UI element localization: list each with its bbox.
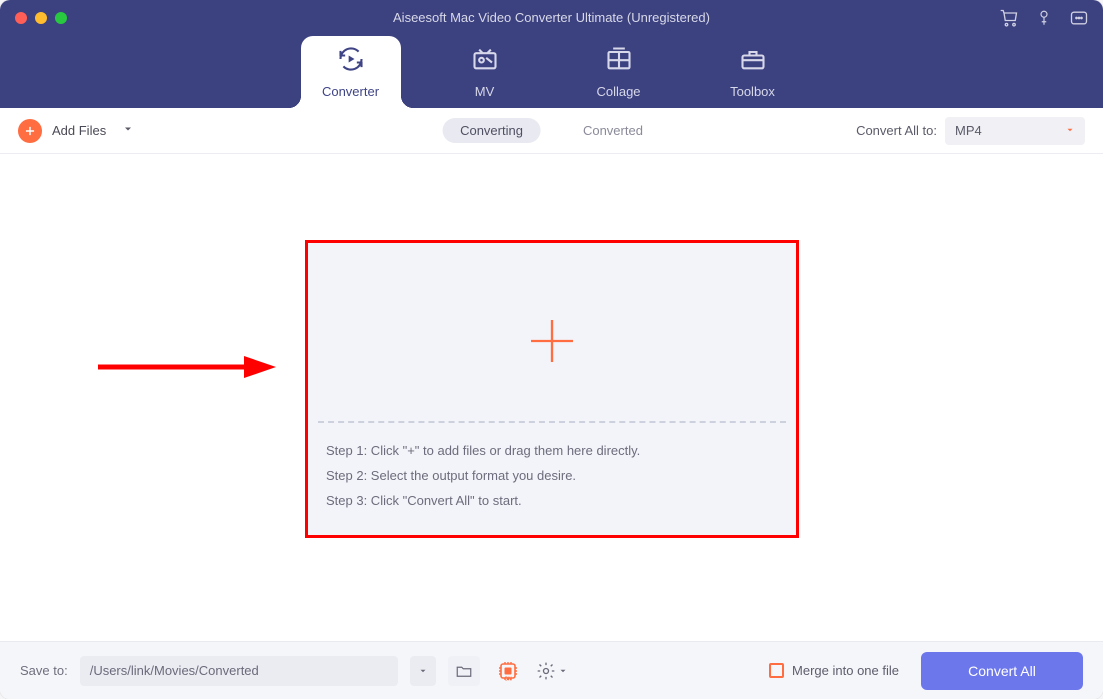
main-tabs: Converter MV Collage Toolbox — [0, 36, 1103, 108]
annotation-arrow-icon — [96, 354, 276, 385]
add-files-label: Add Files — [52, 123, 106, 138]
chevron-down-icon — [558, 666, 568, 676]
save-path-input[interactable]: /Users/link/Movies/Converted — [80, 656, 398, 686]
instructions: Step 1: Click "+" to add files or drag t… — [326, 443, 778, 508]
convert-all-to-label: Convert All to: — [856, 123, 937, 138]
tab-collage[interactable]: Collage — [569, 36, 669, 108]
merge-label: Merge into one file — [792, 663, 899, 678]
key-icon[interactable] — [1035, 8, 1053, 33]
svg-text:ON: ON — [504, 676, 512, 682]
mv-icon — [471, 45, 499, 78]
converter-icon — [337, 45, 365, 78]
chevron-down-icon[interactable] — [122, 122, 134, 140]
tab-mv-label: MV — [475, 84, 495, 99]
settings-button[interactable] — [536, 661, 568, 681]
plus-icon — [18, 119, 42, 143]
convert-all-button[interactable]: Convert All — [921, 652, 1083, 690]
tab-toolbox[interactable]: Toolbox — [703, 36, 803, 108]
cart-icon[interactable] — [999, 8, 1019, 33]
instruction-step-1: Step 1: Click "+" to add files or drag t… — [326, 443, 778, 458]
drop-plus-icon[interactable] — [308, 313, 796, 369]
save-to-label: Save to: — [20, 663, 68, 678]
tab-converter[interactable]: Converter — [301, 36, 401, 108]
gear-icon — [536, 661, 556, 681]
segment-converting[interactable]: Converting — [442, 118, 541, 143]
divider — [318, 421, 786, 423]
gpu-accel-button[interactable]: ON — [492, 656, 524, 686]
save-path-value: /Users/link/Movies/Converted — [90, 663, 259, 678]
main-area: Step 1: Click "+" to add files or drag t… — [0, 154, 1103, 641]
instruction-step-2: Step 2: Select the output format you des… — [326, 468, 778, 483]
tab-toolbox-label: Toolbox — [730, 84, 775, 99]
merge-option[interactable]: Merge into one file — [769, 663, 899, 678]
chip-on-icon: ON — [496, 659, 520, 683]
collage-icon — [605, 45, 633, 78]
tab-mv[interactable]: MV — [435, 36, 535, 108]
convert-all-to: Convert All to: MP4 — [856, 117, 1085, 145]
footer: Save to: /Users/link/Movies/Converted ON… — [0, 641, 1103, 699]
header-action-icons — [999, 8, 1089, 33]
window-title: Aiseesoft Mac Video Converter Ultimate (… — [0, 10, 1103, 25]
tab-collage-label: Collage — [596, 84, 640, 99]
folder-icon — [455, 662, 473, 680]
chevron-down-icon — [1065, 123, 1075, 138]
add-files-button[interactable]: Add Files — [18, 119, 134, 143]
tab-converter-label: Converter — [322, 84, 379, 99]
toolbar: Add Files Converting Converted Convert A… — [0, 108, 1103, 154]
format-dropdown[interactable]: MP4 — [945, 117, 1085, 145]
toolbox-icon — [739, 45, 767, 78]
open-folder-button[interactable] — [448, 656, 480, 686]
save-path-dropdown[interactable] — [410, 656, 436, 686]
format-selected-value: MP4 — [955, 123, 982, 138]
merge-checkbox[interactable] — [769, 663, 784, 678]
drop-zone[interactable]: Step 1: Click "+" to add files or drag t… — [305, 240, 799, 538]
instruction-step-3: Step 3: Click "Convert All" to start. — [326, 493, 778, 508]
header: Aiseesoft Mac Video Converter Ultimate (… — [0, 0, 1103, 108]
feedback-icon[interactable] — [1069, 8, 1089, 33]
status-segment: Converting Converted — [442, 118, 661, 143]
segment-converted[interactable]: Converted — [565, 118, 661, 143]
